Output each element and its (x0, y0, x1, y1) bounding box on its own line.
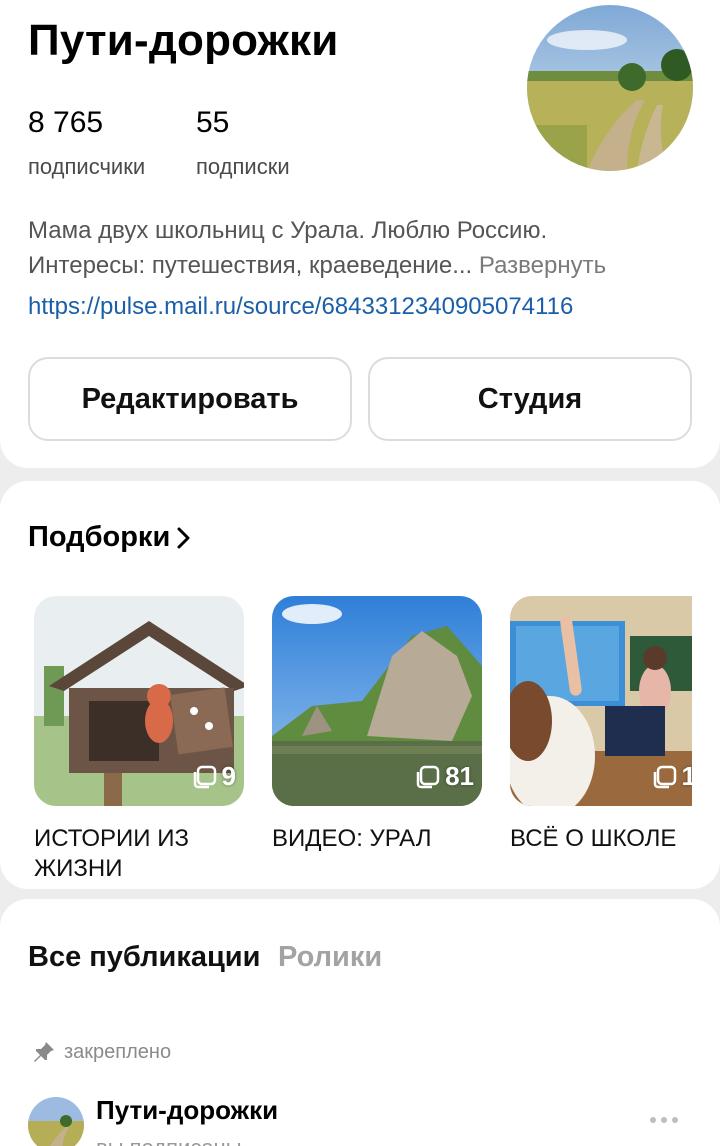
post-subscription-status: вы подписаны (96, 1135, 242, 1146)
collections-title: Подборки (28, 521, 171, 553)
channel-avatar[interactable] (527, 5, 693, 171)
bio-line-2-text: Интересы: путешествия, краеведение... (28, 252, 473, 279)
collection-count-ural-video: 81 (415, 761, 474, 792)
collections-header[interactable]: Подборки (28, 521, 192, 554)
tab-shorts[interactable]: Ролики (278, 941, 382, 974)
profile-card: Пути-дорожки 8 765 подписчики 55 подписк… (0, 0, 720, 468)
pinned-indicator: закреплено (32, 1040, 171, 1064)
followers-count[interactable]: 8 765 (28, 106, 103, 140)
followers-label[interactable]: подписчики (28, 154, 145, 180)
following-label[interactable]: подписки (196, 154, 290, 180)
chevron-right-icon (177, 527, 190, 548)
collection-thumb-ural-video[interactable]: 81 (272, 596, 482, 806)
bio-line-1: Мама двух школьниц с Урала. Люблю Россию… (28, 217, 548, 244)
copy-stack-icon (653, 765, 676, 788)
post-author-avatar[interactable] (28, 1097, 84, 1146)
edit-button[interactable]: Редактировать (28, 357, 352, 441)
tab-all-publications[interactable]: Все публикации (28, 941, 260, 974)
collection-thumb-school[interactable]: 1 (510, 596, 692, 806)
channel-name: Пути-дорожки (28, 16, 339, 65)
more-options-icon[interactable] (650, 1117, 678, 1123)
bio-line-2: Интересы: путешествия, краеведение... Ра… (28, 248, 692, 283)
collection-label-school[interactable]: ВСЁ О ШКОЛЕ (510, 824, 720, 854)
landscape-avatar-small (28, 1097, 84, 1146)
channel-bio: Мама двух школьниц с Урала. Люблю Россию… (28, 213, 692, 283)
studio-button[interactable]: Студия (368, 357, 692, 441)
pin-icon (34, 1042, 54, 1062)
post-author-name[interactable]: Пути-дорожки (96, 1095, 278, 1126)
copy-stack-icon (193, 765, 216, 788)
following-count[interactable]: 55 (196, 106, 229, 140)
collection-thumb-stories[interactable]: 9 (34, 596, 244, 806)
collection-count-school: 1 (652, 761, 692, 792)
collection-label-stories[interactable]: ИСТОРИИ ИЗ ЖИЗНИ (34, 824, 244, 884)
collections-card: Подборки 9 ИСТОРИИ ИЗ ЖИЗНИ 81 ВИДЕО: УР… (0, 481, 720, 889)
collection-label-ural-video[interactable]: ВИДЕО: УРАЛ (272, 824, 482, 854)
expand-bio-link[interactable]: Развернуть (479, 252, 606, 279)
source-link[interactable]: https://pulse.mail.ru/source/68433123409… (28, 293, 573, 321)
collection-count-stories: 9 (192, 761, 236, 792)
pinned-label: закреплено (64, 1040, 172, 1063)
landscape-avatar-image (527, 5, 693, 171)
feed-card: Все публикации Ролики закреплено Пути-до… (0, 899, 720, 1146)
copy-stack-icon (416, 765, 440, 788)
